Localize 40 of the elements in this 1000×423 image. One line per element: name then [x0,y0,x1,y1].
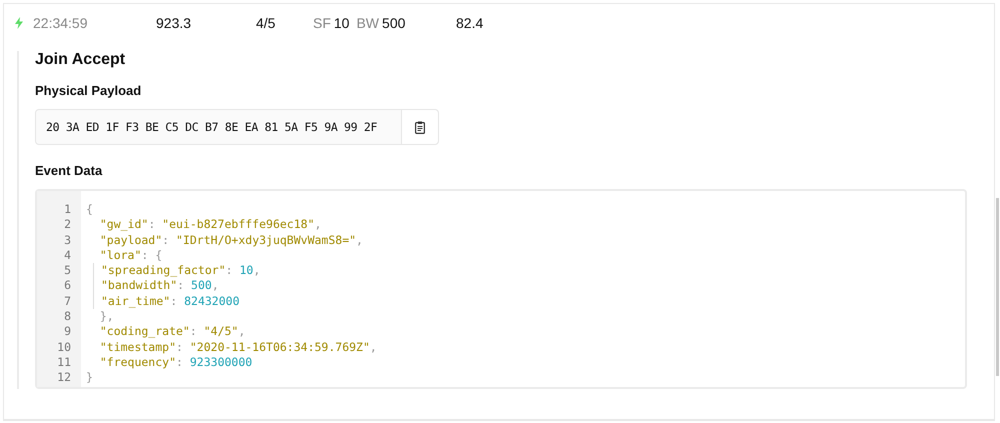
clipboard-icon [415,120,425,134]
code-line: "air_time": 82432000 [93,294,377,310]
sf-value: 10 [334,15,350,31]
event-title: Join Accept [35,51,126,69]
line-number: 5 [63,263,71,278]
line-number: 7 [63,294,71,310]
line-number: 2 [63,217,71,233]
line-number: 12 [56,370,71,386]
code-line: "timestamp": "2020-11-16T06:34:59.769Z", [98,340,377,355]
copy-button[interactable] [401,110,438,144]
code-line: } [86,370,94,386]
frequency-value: 923.3 [156,15,192,31]
line-number: 8 [63,309,71,324]
line-number: 9 [63,324,71,340]
event-time: 22:34:59 [33,15,88,31]
code-line: }, [98,309,115,324]
bw-value: 500 [382,15,406,31]
code-line: "frequency": 923300000 [98,354,254,370]
sf-label: SF [313,15,331,31]
code-line: "spreading_factor": 10, [93,263,377,278]
code-line: "gw_id": "eui-b827ebfffe96ec18", [98,217,322,233]
coding-rate-value: 4/5 [256,15,276,31]
scrollbar-thumb[interactable] [996,198,999,376]
code-line: "lora": { [98,248,164,264]
line-number: 10 [56,340,71,355]
air-time-value: 82.4 [456,15,484,31]
bw-label: BW [356,15,380,31]
line-number: 11 [56,354,71,370]
code-line: "payload": "IDrtH/O+xdy3juqBWvWamS8=", [98,232,364,248]
payload-hex: 20 3A ED 1F F3 BE C5 DC B7 8E EA 81 5A F5 9A 99 2F [45,119,378,136]
code-line: "coding_rate": "4/5", [98,324,246,340]
lightning-icon [15,17,23,29]
line-number: 6 [63,278,71,294]
line-number: 4 [63,248,71,264]
line-number: 3 [63,232,71,248]
code-line: "bandwidth": 500, [93,278,377,294]
code-line: { [86,202,94,218]
section-heading: Physical Payload [35,83,142,98]
section-heading: Event Data [35,163,104,178]
line-number: 1 [63,202,71,218]
